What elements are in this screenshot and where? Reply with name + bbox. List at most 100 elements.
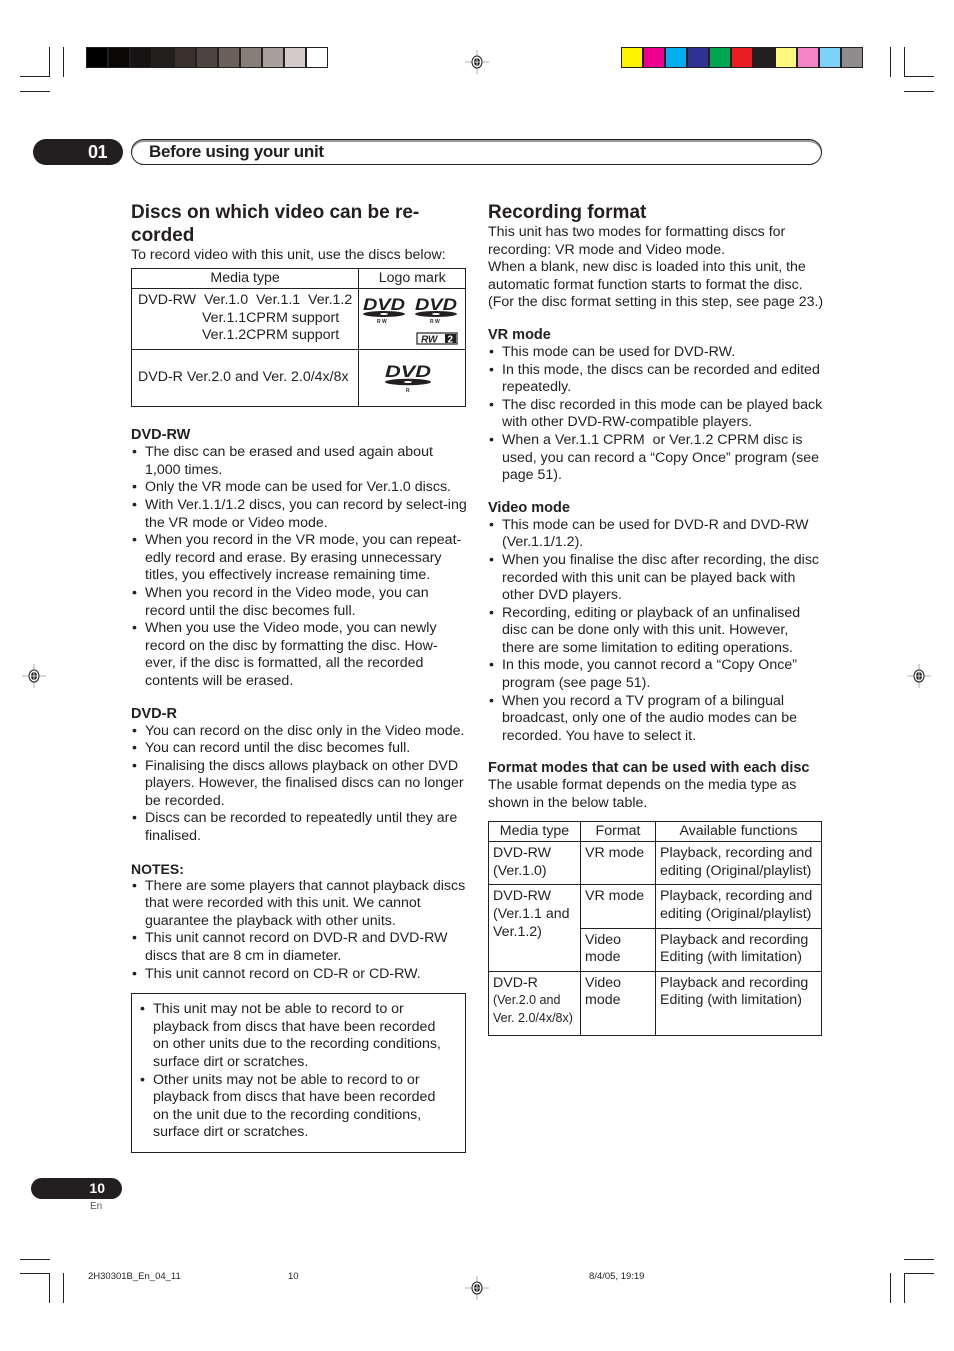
right-column: Recording format This unit has two modes… <box>488 201 824 1036</box>
list-item: Finalising the discs allows playback on … <box>131 758 467 811</box>
dvd-rw-list: The disc can be erased and used again ab… <box>131 444 467 690</box>
functions-cell: Playback, recording and editing (Origina… <box>655 841 822 886</box>
format-modes-heading: Format modes that can be used with each … <box>488 760 810 777</box>
registration-mark-icon <box>22 664 46 688</box>
footer-file-name: 2H30301B_En_04_11 <box>88 1271 181 1282</box>
table-header-media-type: Media type <box>130 267 360 290</box>
grayscale-color-bar <box>86 47 328 68</box>
format-cell: VR mode <box>580 884 656 929</box>
table-header-row: Media type Format Available functions <box>488 820 822 843</box>
media-cell: DVD-RW (Ver.1.1 and Ver.1.2) <box>488 884 581 972</box>
section-heading-discs: Discs on which video can be re-corded <box>131 201 467 247</box>
table-row: DVD-R Ver.2.0 and Ver. 2.0/4x/8x DVD R <box>130 349 467 408</box>
color-swatch <box>776 48 796 67</box>
crop-mark <box>904 76 934 77</box>
crop-mark <box>20 91 50 92</box>
color-swatch <box>285 48 305 67</box>
list-item: Only the VR mode can be used for Ver.1.0… <box>131 479 467 497</box>
list-item: When you record in the VR mode, you can … <box>131 532 467 585</box>
crop-mark <box>904 1259 934 1260</box>
svg-text:R W: R W <box>430 319 440 325</box>
recording-format-intro-1: This unit has two modes for formatting d… <box>488 224 786 258</box>
crop-mark <box>904 47 905 77</box>
media-cell: DVD-RW (Ver.1.0) <box>488 841 581 886</box>
discs-intro: To record video with this unit, use the … <box>131 247 446 263</box>
video-mode-list: This mode can be used for DVD-R and DVD-… <box>488 517 824 746</box>
crop-mark <box>20 1273 50 1274</box>
media-cell: DVD-R (Ver.2.0 and Ver. 2.0/4x/8x) <box>488 970 581 1036</box>
logo-mark-cell: DVD R <box>358 349 467 408</box>
functions-cell: Playback, recording and editing (Origina… <box>655 884 822 929</box>
format-modes-intro: The usable format depends on the media t… <box>488 777 797 812</box>
color-swatch <box>666 48 686 67</box>
media-line: Ver.1.1CPRM support <box>202 309 340 326</box>
list-item: When a Ver.1.1 CPRM or Ver.1.2 CPRM disc… <box>488 432 824 485</box>
table-row: DVD-RW (Ver.1.1 and Ver.1.2) VR mode Pla… <box>488 884 822 972</box>
table-row: DVD-RW Ver.1.0 Ver.1.1 Ver.1.2 Ver.1.1CP… <box>130 288 467 351</box>
registration-mark-icon <box>907 664 931 688</box>
svg-text:2: 2 <box>448 335 454 346</box>
table-header-media-type: Media type <box>488 820 581 843</box>
crop-mark <box>20 76 50 77</box>
color-swatch <box>820 48 840 67</box>
color-swatch <box>732 48 752 67</box>
list-item: This unit cannot record on CD-R or CD-RW… <box>131 966 467 984</box>
color-swatch <box>263 48 283 67</box>
color-swatch <box>87 48 107 67</box>
color-swatch <box>710 48 730 67</box>
notes-heading: NOTES: <box>131 860 184 877</box>
logo-mark-cell: DVD R W DVD R W RW 2 <box>358 288 467 351</box>
crop-mark <box>904 91 934 92</box>
list-item: This mode can be used for DVD-R and DVD-… <box>488 517 824 552</box>
dvd-r-heading: DVD-R <box>131 705 177 722</box>
list-item: In this mode, the discs can be recorded … <box>488 362 824 397</box>
left-column: Discs on which video can be re-corded To… <box>130 201 467 1153</box>
dvd-r-list: You can record on the disc only in the V… <box>131 723 467 846</box>
color-swatch <box>622 48 642 67</box>
format-cell: VR mode <box>580 841 656 886</box>
table-row: DVD-R (Ver.2.0 and Ver. 2.0/4x/8x) Video… <box>488 970 822 1036</box>
dvd-rw-logo-icon: DVD R W DVD R W RW 2 <box>363 295 458 346</box>
list-item: Discs can be recorded to repeatedly unti… <box>131 810 467 845</box>
vr-mode-heading: VR mode <box>488 326 551 343</box>
list-item: You can record on the disc only in the V… <box>131 723 467 741</box>
list-item: Recording, editing or playback of an unf… <box>488 605 824 658</box>
footer-page: 10 <box>288 1271 299 1282</box>
format-cell: Video mode <box>580 927 656 972</box>
color-swatch <box>307 48 327 67</box>
media-line: DVD-R Ver.2.0 and Ver. 2.0/4x/8x <box>138 369 349 386</box>
list-item: This unit cannot record on DVD-R and DVD… <box>131 930 467 965</box>
list-item: When you record a TV program of a biling… <box>488 693 824 746</box>
list-item: When you finalise the disc after recordi… <box>488 552 824 605</box>
table-header-functions: Available functions <box>655 820 822 843</box>
cmyk-color-bar <box>621 47 863 68</box>
color-swatch <box>842 48 862 67</box>
color-swatch <box>798 48 818 67</box>
caution-list: This unit may not be able to record to o… <box>139 1001 455 1142</box>
color-swatch <box>109 48 129 67</box>
crop-mark <box>890 47 891 77</box>
video-mode-heading: Video mode <box>488 499 570 516</box>
vr-mode-list: This mode can be used for DVD-RW. In thi… <box>488 344 824 485</box>
list-item: When you record in the Video mode, you c… <box>131 585 467 620</box>
page-number: 10 <box>31 1178 122 1199</box>
table-header-row: Media type Logo mark <box>130 267 467 290</box>
media-name: DVD-R <box>493 974 538 991</box>
color-swatch <box>688 48 708 67</box>
table-row: DVD-RW (Ver.1.0) VR mode Playback, recor… <box>488 841 822 886</box>
crop-mark <box>49 1273 50 1303</box>
color-swatch <box>644 48 664 67</box>
svg-text:R W: R W <box>377 319 387 325</box>
color-swatch <box>131 48 151 67</box>
color-swatch <box>241 48 261 67</box>
media-type-cell: DVD-RW Ver.1.0 Ver.1.1 Ver.1.2 Ver.1.1CP… <box>130 288 360 351</box>
list-item: This mode can be used for DVD-RW. <box>488 344 824 362</box>
color-swatch <box>197 48 217 67</box>
crop-mark <box>49 47 50 77</box>
dvd-rw-heading: DVD-RW <box>131 427 191 444</box>
list-item: When you use the Video mode, you can new… <box>131 620 467 690</box>
media-line: DVD-RW Ver.1.0 Ver.1.1 Ver.1.2 <box>138 292 353 309</box>
chapter-title: Before using your unit <box>131 139 822 165</box>
list-item: The disc can be erased and used again ab… <box>131 444 467 479</box>
registration-mark-icon <box>465 50 489 74</box>
